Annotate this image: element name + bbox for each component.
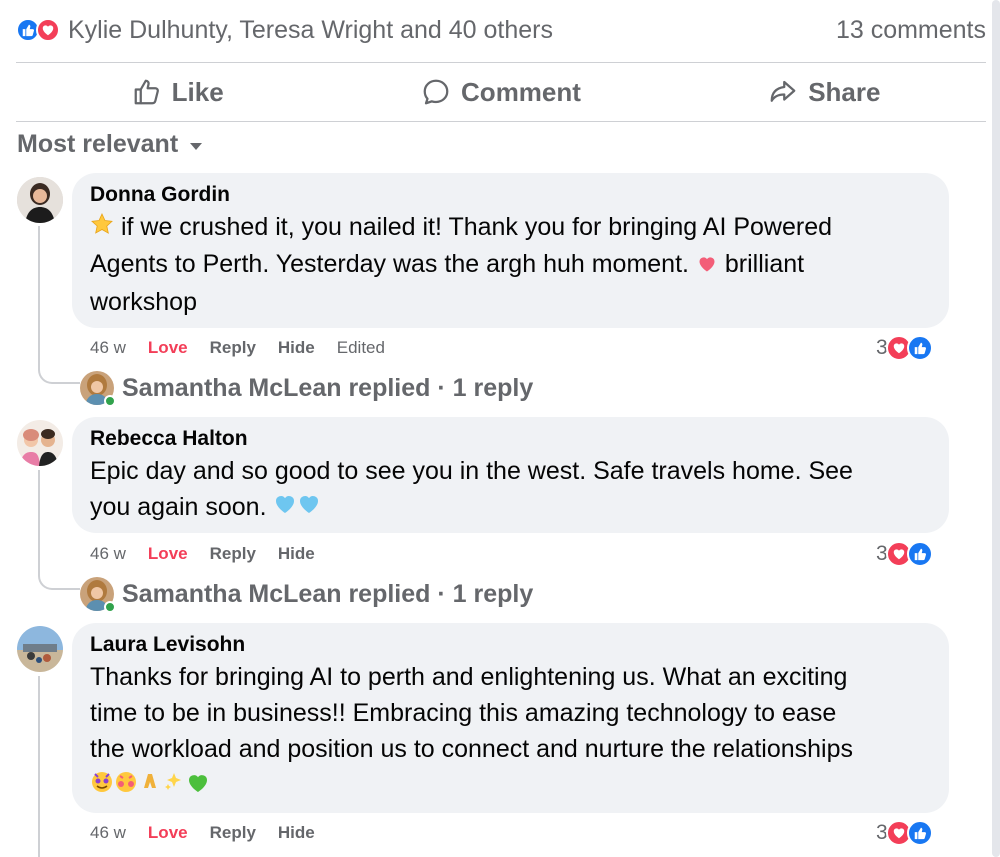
comment-text: Thanks for bringing AI to perth and enli… [90, 659, 931, 804]
thread-line [38, 470, 40, 572]
love-reaction-icon [36, 18, 60, 42]
hide-button[interactable]: Hide [278, 544, 315, 564]
like-button[interactable]: Like [16, 64, 339, 120]
thread-connector [38, 366, 80, 384]
star-emoji-icon [90, 210, 114, 246]
like-reaction-icon [906, 335, 933, 361]
comment-reaction-count[interactable]: 3 [876, 540, 933, 568]
comment-meta: 46 w Love Reply Hide [90, 821, 315, 845]
like-reaction-icon [906, 820, 933, 846]
scrollbar[interactable] [992, 0, 1000, 857]
blue-hearts-emoji-icon [273, 490, 321, 526]
love-button[interactable]: Love [148, 544, 188, 564]
view-replies-link[interactable]: Samantha McLean replied · 1 reply [80, 371, 534, 407]
comment-time[interactable]: 46 w [90, 823, 126, 843]
thread-line [38, 676, 40, 857]
comment-button[interactable]: Comment [339, 64, 662, 120]
avatar [80, 371, 116, 407]
comment-time[interactable]: 46 w [90, 544, 126, 564]
comment-text: Epic day and so good to see you in the w… [90, 453, 931, 526]
thumbs-up-icon [134, 79, 159, 105]
comment-meta: 46 w Love Reply Hide Edited [90, 336, 385, 360]
reaction-icons [16, 18, 60, 42]
comment-meta: 46 w Love Reply Hide [90, 542, 315, 566]
sort-dropdown[interactable]: Most relevant [17, 126, 203, 162]
comment-author[interactable]: Laura Levisohn [90, 631, 931, 659]
thread-connector [38, 572, 80, 590]
comment-author[interactable]: Rebecca Halton [90, 425, 931, 453]
hide-button[interactable]: Hide [278, 338, 315, 358]
sort-label: Most relevant [17, 129, 179, 158]
comment-time[interactable]: 46 w [90, 338, 126, 358]
comment-bubble: Rebecca Halton Epic day and so good to s… [72, 417, 949, 533]
emoji-row-icon [90, 768, 210, 804]
replied-text: Samantha McLean replied · 1 reply [122, 373, 534, 402]
reactors-names[interactable]: Kylie Dulhunty, Teresa Wright and 40 oth… [68, 16, 553, 45]
reply-button[interactable]: Reply [210, 338, 256, 358]
comment-reaction-count[interactable]: 3 [876, 334, 933, 362]
like-label: Like [171, 76, 224, 107]
avatar[interactable] [17, 626, 63, 672]
love-button[interactable]: Love [148, 338, 188, 358]
comment-text: if we crushed it, you nailed it! Thank y… [90, 209, 931, 320]
replied-text: Samantha McLean replied · 1 reply [122, 579, 534, 608]
comment-bubble-icon [423, 79, 449, 105]
online-status-icon [104, 395, 116, 407]
view-replies-link[interactable]: Samantha McLean replied · 1 reply [80, 577, 534, 613]
heart-emoji-icon [696, 248, 718, 284]
hide-button[interactable]: Hide [278, 823, 315, 843]
reply-button[interactable]: Reply [210, 544, 256, 564]
reactions-summary[interactable]: Kylie Dulhunty, Teresa Wright and 40 oth… [16, 8, 986, 52]
action-bar: Like Comment Share [16, 64, 986, 120]
thread-line [38, 226, 40, 366]
avatar[interactable] [17, 420, 63, 466]
share-arrow-icon [770, 80, 796, 102]
reply-button[interactable]: Reply [210, 823, 256, 843]
caret-down-icon [190, 142, 203, 150]
share-button[interactable]: Share [663, 64, 986, 120]
avatar [80, 577, 116, 613]
edited-label: Edited [336, 338, 385, 357]
comment-bubble: Donna Gordin if we crushed it, you naile… [72, 173, 949, 328]
comment-reaction-count[interactable]: 3 [876, 819, 933, 847]
online-status-icon [104, 601, 116, 613]
like-reaction-icon [906, 541, 933, 567]
comment-author[interactable]: Donna Gordin [90, 181, 931, 209]
divider [16, 121, 986, 122]
divider [16, 62, 986, 63]
comment-bubble: Laura Levisohn Thanks for bringing AI to… [72, 623, 949, 813]
comment-label: Comment [461, 76, 581, 107]
comments-count[interactable]: 13 comments [836, 16, 986, 45]
avatar[interactable] [17, 177, 63, 223]
share-label: Share [808, 76, 881, 107]
love-button[interactable]: Love [148, 823, 188, 843]
